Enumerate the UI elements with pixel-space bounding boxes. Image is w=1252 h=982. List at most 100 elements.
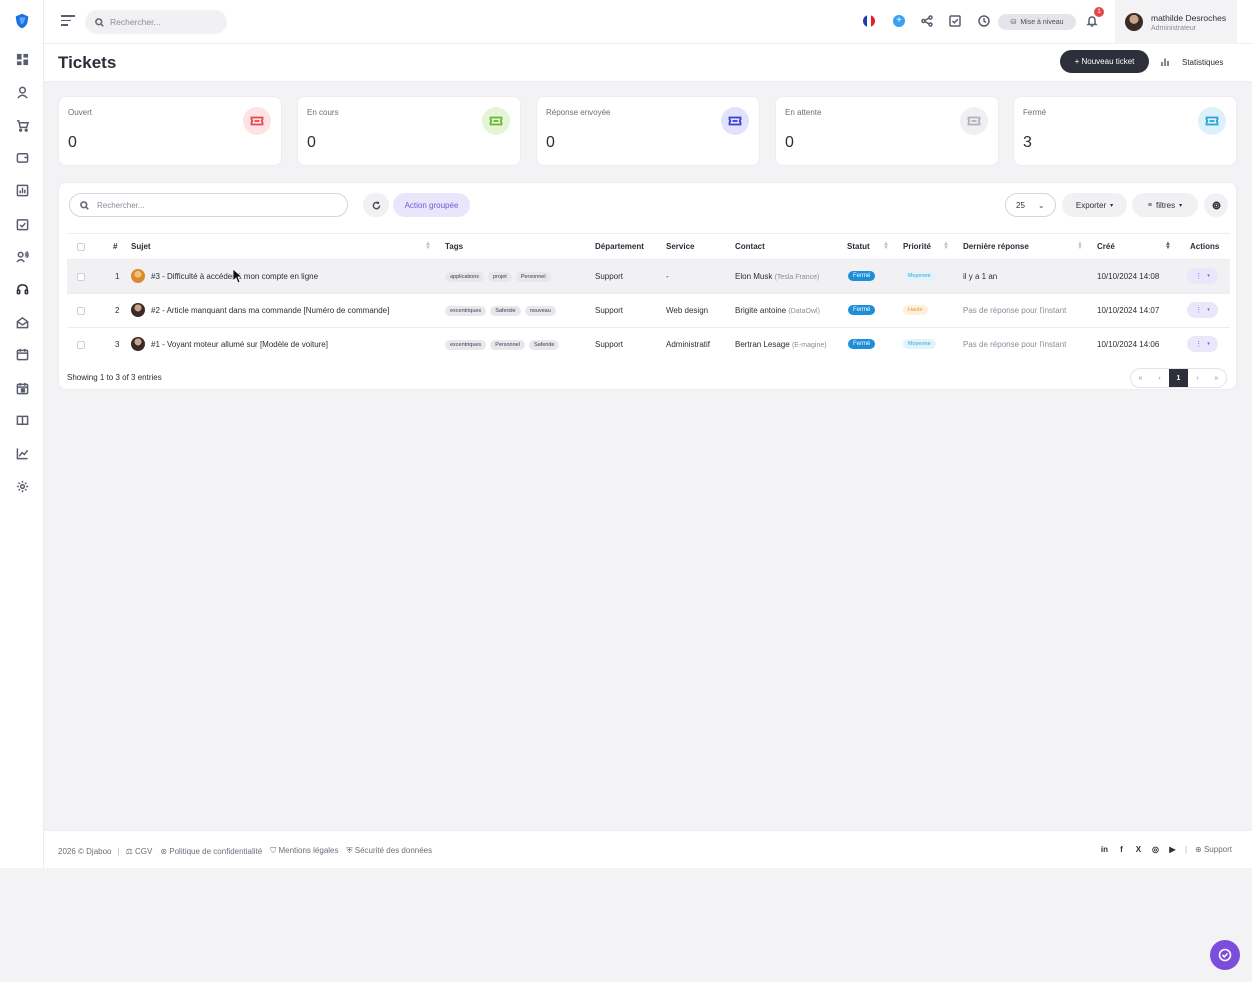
data-security-link[interactable]: ⛨ Sécurité des données (347, 846, 433, 856)
x-twitter-icon[interactable]: X (1134, 845, 1143, 854)
contact-cell[interactable]: Elon Musk (Tesla France) (735, 272, 819, 281)
per-page-select[interactable]: 25 ⌄ (1005, 193, 1056, 217)
sort-icon[interactable]: ▲ ▼ (943, 241, 949, 251)
row-checkbox[interactable] (77, 273, 85, 281)
upgrade-button[interactable]: ⛁ Mise à niveau (998, 14, 1076, 30)
created-cell: 10/10/2024 14:07 (1097, 306, 1160, 315)
row-checkbox[interactable] (77, 307, 85, 315)
table-row[interactable]: 3 #1 - Voyant moteur allumé sur [Modèle d… (67, 327, 1230, 361)
sort-icon[interactable]: ▲ ▼ (1077, 241, 1083, 251)
global-search-input[interactable]: Rechercher... (85, 10, 227, 34)
col-priority[interactable]: Priorité (903, 242, 931, 251)
new-ticket-button[interactable]: + Nouveau ticket (1060, 50, 1149, 73)
task-icon[interactable] (14, 216, 30, 232)
row-actions-button[interactable]: ⋮ ▾ (1187, 268, 1218, 284)
prev-page-button[interactable]: ‹ (1150, 369, 1169, 387)
book-icon[interactable] (14, 412, 30, 428)
col-subject[interactable]: Sujet (131, 242, 151, 251)
select-all-checkbox[interactable] (77, 243, 85, 251)
col-created[interactable]: Créé (1097, 242, 1115, 251)
legal-label: Mentions légales (278, 846, 339, 855)
mail-icon[interactable] (14, 314, 30, 330)
sort-icon[interactable]: ▲ ▼ (425, 241, 431, 251)
contact-company: (Tesla France) (774, 274, 820, 281)
checklist-icon[interactable] (948, 14, 962, 28)
topbar: Rechercher... + ⛁ Mise à niveau 1 mathild… (44, 0, 1252, 44)
card-label: Réponse envoyée (546, 108, 611, 117)
status-card[interactable]: En attente 0 (775, 96, 999, 166)
facebook-icon[interactable]: f (1117, 845, 1126, 854)
card-value: 0 (546, 134, 555, 151)
filters-button[interactable]: ≡ filtres ▾ (1132, 193, 1198, 217)
status-card[interactable]: Ouvert 0 (58, 96, 282, 166)
upgrade-icon: ⛁ (1010, 19, 1017, 26)
status-badge: Fermé (848, 339, 876, 349)
col-department[interactable]: Département (595, 242, 644, 251)
ticket-subject-link[interactable]: #2 - Article manquant dans ma commande [… (151, 306, 389, 315)
table-settings-button[interactable] (1204, 193, 1228, 217)
sort-desc-icon[interactable]: ▲ ▼ (1165, 241, 1171, 251)
col-service[interactable]: Service (666, 242, 694, 251)
calendar-icon[interactable] (14, 346, 30, 362)
app-logo-icon[interactable] (13, 12, 31, 30)
first-page-button[interactable]: « (1131, 369, 1150, 387)
instagram-icon[interactable]: ◎ (1151, 845, 1160, 854)
ticket-icon (721, 107, 749, 135)
quick-add-icon[interactable]: + (893, 15, 905, 27)
status-card[interactable]: Fermé 3 (1013, 96, 1237, 166)
tag-chip: nouveau (524, 306, 556, 316)
contact-cell[interactable]: Brigite antoine (DataOwl) (735, 306, 820, 315)
status-card[interactable]: Réponse envoyée 0 (536, 96, 760, 166)
col-contact[interactable]: Contact (735, 242, 765, 251)
youtube-icon[interactable]: ▶ (1168, 845, 1177, 854)
ticket-search-input[interactable]: Rechercher... (69, 193, 348, 217)
legal-link[interactable]: ⛉ Mentions légales (270, 846, 338, 856)
user-icon[interactable] (14, 84, 30, 100)
chat-widget-button[interactable] (1210, 940, 1240, 970)
contacts-icon[interactable] (14, 248, 30, 264)
export-button[interactable]: Exporter ▾ (1062, 193, 1127, 217)
user-name: mathilde Desroches (1151, 12, 1227, 23)
more-icon: ⋮ (1195, 273, 1203, 280)
sort-icon[interactable]: ▲ ▼ (883, 241, 889, 251)
user-menu[interactable]: mathilde Desroches Administrateur (1115, 0, 1237, 44)
tag-chip: Personnel (490, 340, 525, 350)
tag-chip: excentriques (445, 340, 487, 350)
chevron-down-icon: ⌄ (1037, 200, 1045, 210)
share-icon[interactable] (920, 14, 934, 28)
dashboard-icon[interactable] (14, 51, 30, 67)
support-headset-icon[interactable] (14, 281, 30, 297)
language-flag-icon[interactable] (863, 15, 875, 27)
card-value: 0 (785, 134, 794, 151)
cart-icon[interactable] (14, 117, 30, 133)
ticket-subject-link[interactable]: #1 - Voyant moteur allumé sur [Modèle de… (151, 340, 328, 349)
support-link[interactable]: ⊕ Support (1195, 845, 1232, 854)
table-row[interactable]: 2 #2 - Article manquant dans ma commande … (67, 293, 1230, 327)
statistics-link[interactable]: Statistiques (1160, 55, 1223, 69)
row-checkbox[interactable] (77, 341, 85, 349)
row-actions-button[interactable]: ⋮ ▾ (1187, 302, 1218, 318)
event-icon[interactable] (14, 380, 30, 396)
linkedin-icon[interactable]: in (1100, 845, 1109, 854)
avatar (131, 303, 145, 317)
wallet-icon[interactable] (14, 149, 30, 165)
analytics-icon[interactable] (14, 445, 30, 461)
page-1-button[interactable]: 1 (1169, 369, 1188, 387)
next-page-button[interactable]: › (1188, 369, 1207, 387)
report-icon[interactable] (14, 182, 30, 198)
refresh-button[interactable] (363, 193, 389, 217)
privacy-link[interactable]: ⊛ Politique de confidentialité (160, 847, 262, 856)
contact-cell[interactable]: Bertran Lesage (E-magine) (735, 340, 827, 349)
cgv-link[interactable]: ⚖ CGV (126, 847, 153, 856)
last-page-button[interactable]: » (1207, 369, 1226, 387)
status-card[interactable]: En cours 0 (297, 96, 521, 166)
col-status[interactable]: Statut (847, 242, 870, 251)
data-security-label: Sécurité des données (354, 846, 433, 855)
settings-gear-icon[interactable] (14, 478, 30, 494)
menu-toggle-icon[interactable] (61, 15, 75, 27)
group-action-button[interactable]: Action groupée (393, 193, 470, 217)
clock-icon[interactable] (977, 14, 991, 28)
row-actions-button[interactable]: ⋮ ▾ (1187, 336, 1218, 352)
chevron-down-icon: ▾ (1207, 341, 1210, 347)
col-last-reply[interactable]: Dernière réponse (963, 242, 1029, 251)
